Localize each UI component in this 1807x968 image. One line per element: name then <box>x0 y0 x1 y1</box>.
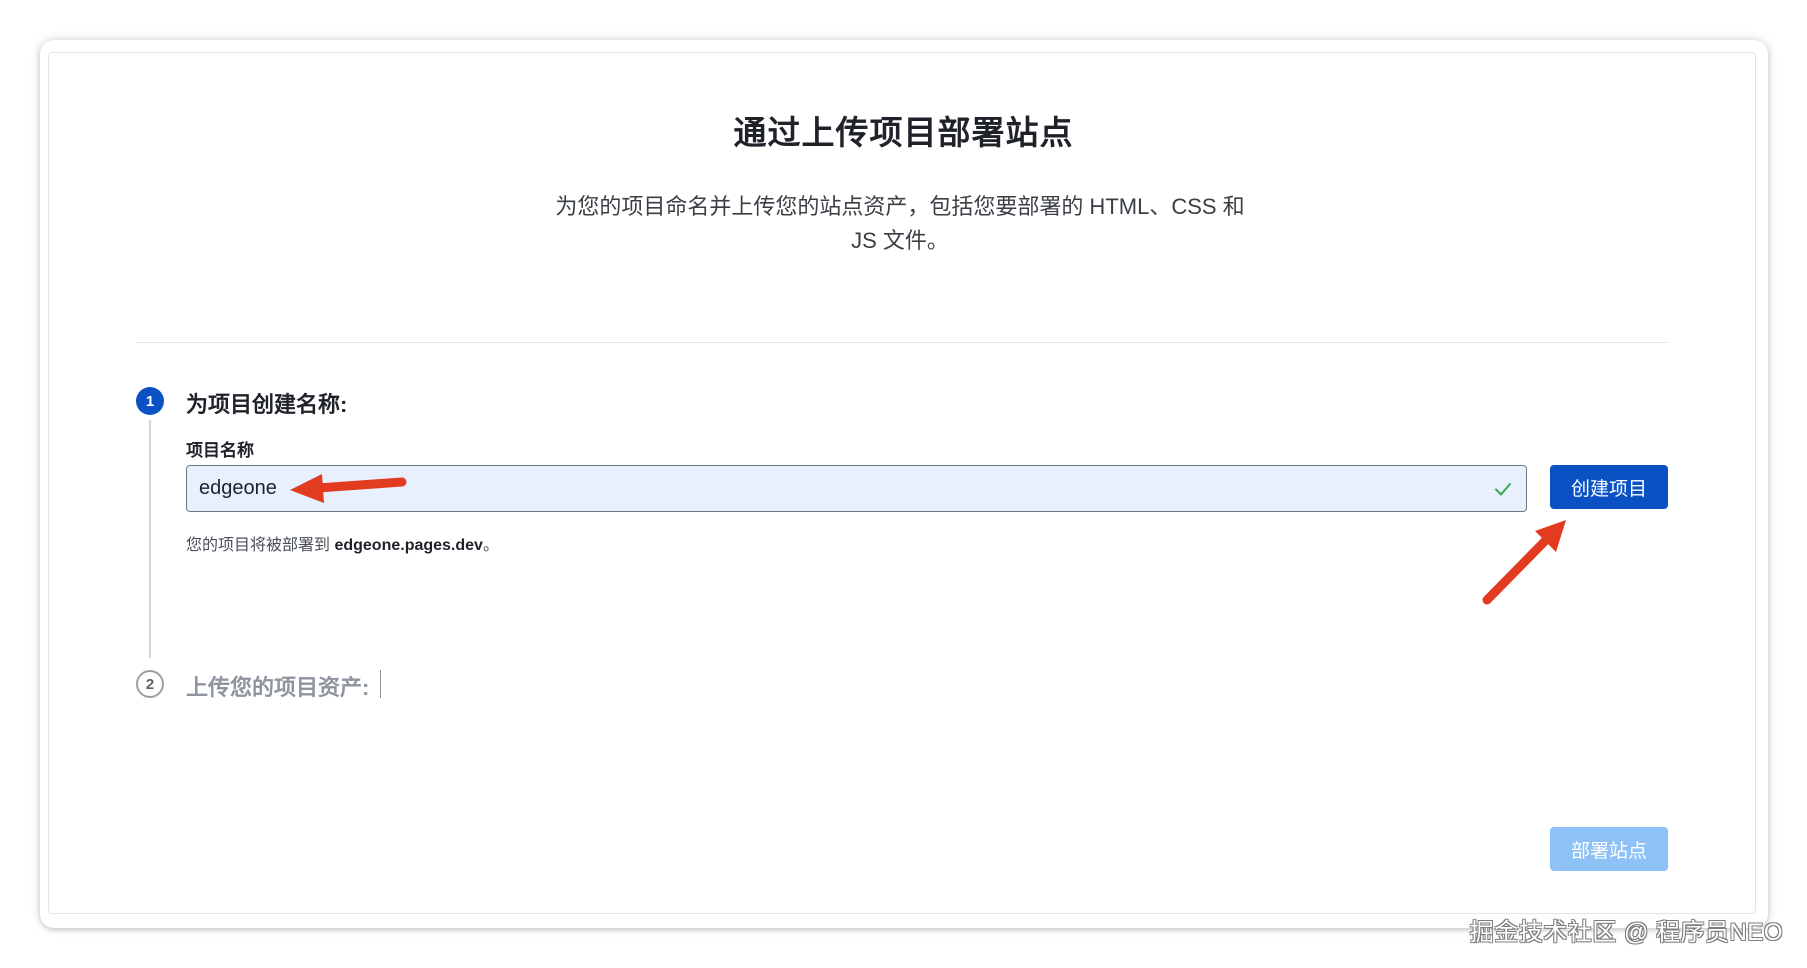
step-1-number: 1 <box>136 387 164 415</box>
step-2-number: 2 <box>136 670 164 698</box>
section-divider <box>136 342 1668 343</box>
deploy-url-hint: 您的项目将被部署到 edgeone.pages.dev。 <box>186 531 499 555</box>
watermark: 掘金技术社区 @ 程序员NEO <box>1469 919 1783 946</box>
step-2-title: 上传您的项目资产: <box>186 675 370 700</box>
check-icon <box>1495 483 1511 496</box>
step-connector-line <box>149 420 151 658</box>
page-title: 通过上传项目部署站点 <box>733 114 1074 151</box>
deploy-site-button[interactable]: 部署站点 <box>1550 827 1668 871</box>
deploy-url-hint-prefix: 您的项目将被部署到 <box>186 537 335 554</box>
project-name-label: 项目名称 <box>186 441 254 460</box>
step-1-title: 为项目创建名称: <box>186 392 348 417</box>
page-subtitle: 为您的项目命名并上传您的站点资产，包括您要部署的 HTML、CSS 和 JS 文… <box>555 194 1245 253</box>
project-name-input[interactable] <box>186 465 1527 512</box>
text-cursor <box>380 670 381 698</box>
create-project-button[interactable]: 创建项目 <box>1550 465 1668 509</box>
deploy-url-hint-suffix: 。 <box>482 537 499 554</box>
deploy-url-domain: edgeone.pages.dev <box>334 537 483 554</box>
